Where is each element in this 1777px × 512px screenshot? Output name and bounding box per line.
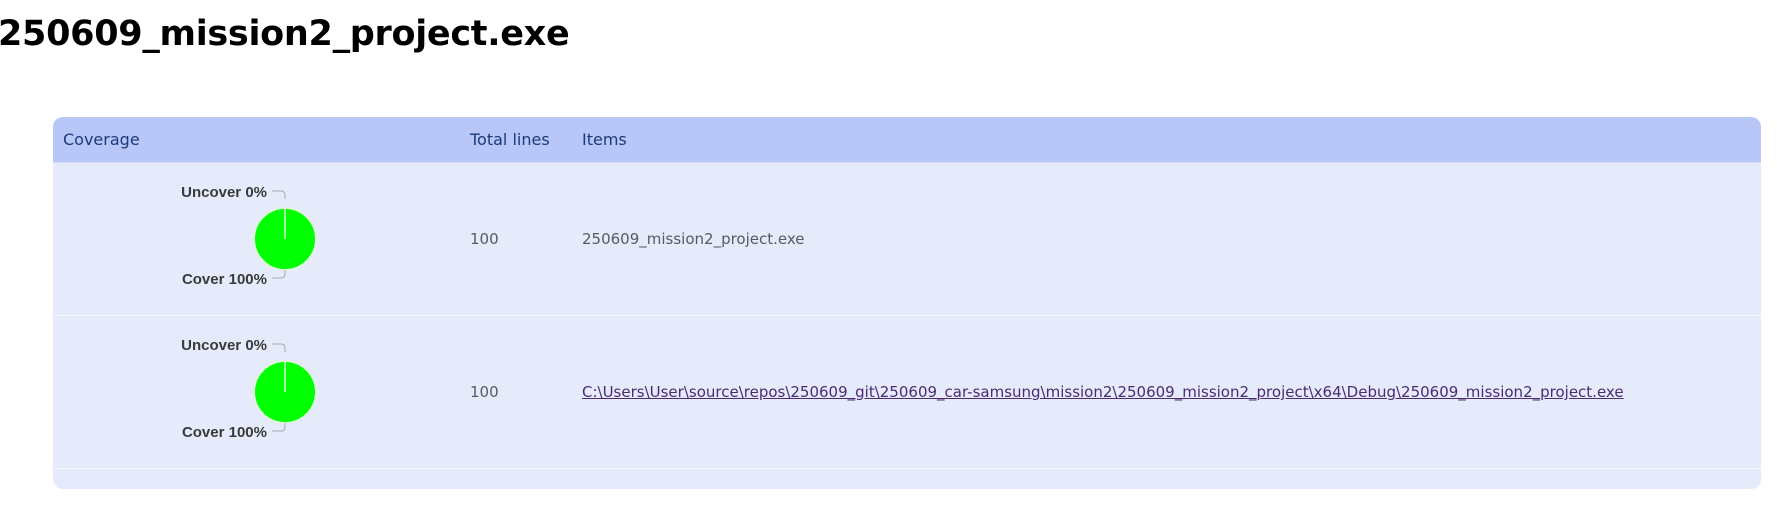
item-cell: 250609_mission2_project.exe [582,230,805,248]
table-row: Uncover 0% Cover 100% 100 C:\Users\User\… [53,316,1761,469]
coverage-pie-chart: Uncover 0% Cover 100% [181,184,317,288]
coverage-pie-chart: Uncover 0% Cover 100% [181,337,317,441]
total-lines-cell: 100 [470,230,499,248]
column-header-total-lines[interactable]: Total lines [470,117,550,162]
page-title: 250609_mission2_project.exe [0,14,570,54]
column-header-coverage[interactable]: Coverage [63,117,140,162]
uncover-leader-line [272,343,286,352]
cover-label: Cover 100% [182,424,267,441]
cover-label: Cover 100% [182,271,267,288]
uncover-label: Uncover 0% [181,337,267,354]
cover-leader-line [272,270,286,279]
item-cell: C:\Users\User\source\repos\250609_git\25… [582,316,1624,468]
column-header-items[interactable]: Items [582,117,627,162]
table-row: Uncover 0% Cover 100% 100 250609_mission… [53,163,1761,316]
table-header: Coverage Total lines Items [53,117,1761,163]
uncover-label: Uncover 0% [181,184,267,201]
coverage-table: Coverage Total lines Items Uncover 0% Co… [53,117,1761,489]
total-lines-cell: 100 [470,383,499,401]
cover-leader-line [272,423,286,432]
uncover-leader-line [272,190,286,199]
item-path-link[interactable]: C:\Users\User\source\repos\250609_git\25… [582,383,1624,401]
